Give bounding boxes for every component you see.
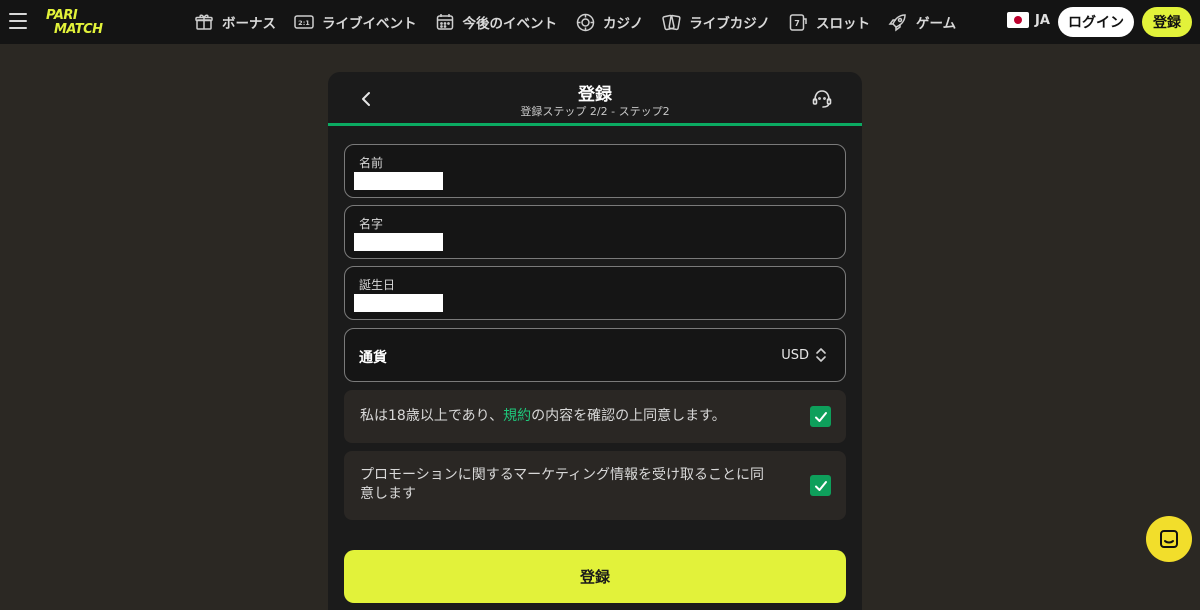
rocket-icon: [887, 12, 909, 32]
nav-item-live-events[interactable]: 2:1 ライブイベント: [293, 12, 417, 32]
cards-icon: [660, 12, 682, 32]
checkmark-icon: [814, 480, 827, 491]
currency-select[interactable]: 通貨 USD: [344, 328, 846, 382]
modal-header: 登録 登録ステップ 2/2 - ステップ2: [328, 72, 862, 126]
birthday-field[interactable]: 誕生日: [344, 266, 846, 320]
gift-icon: [193, 12, 215, 32]
modal-step-indicator: 登録ステップ 2/2 - ステップ2: [520, 105, 670, 118]
login-button[interactable]: ログイン: [1058, 7, 1134, 37]
support-headset-icon[interactable]: [809, 87, 835, 111]
logo-line-2: MATCH: [54, 22, 103, 37]
chevron-up-down-icon: [815, 347, 827, 363]
nav-item-slots[interactable]: 7 スロット: [787, 12, 870, 32]
scoreboard-icon: 2:1: [293, 12, 315, 32]
registration-modal: 登録 登録ステップ 2/2 - ステップ2 名前 名字 誕生日 通貨 USD 私…: [328, 72, 862, 610]
terms-consent-row: 私は18歳以上であり、規約の内容を確認の上同意します。: [344, 390, 846, 443]
last-name-input[interactable]: [354, 233, 443, 251]
top-navbar: PARI MATCH ボーナス 2:1 ライブイベント 今後のイベント カジノ: [0, 0, 1200, 44]
marketing-checkbox[interactable]: [810, 475, 831, 496]
nav-label: スロット: [815, 16, 870, 32]
slot-icon: 7: [787, 12, 809, 32]
nav-label: ライブカジノ: [689, 16, 770, 32]
japan-flag-icon: [1007, 12, 1029, 28]
nav-label: ライブイベント: [322, 16, 417, 32]
checkmark-icon: [814, 411, 827, 422]
marketing-text-line-1: プロモーションに関するマーケティング情報を受け取ることに同: [360, 467, 765, 483]
chat-support-button[interactable]: [1146, 516, 1192, 562]
terms-link[interactable]: 規約: [503, 408, 531, 424]
nav-item-casino[interactable]: カジノ: [574, 12, 643, 32]
nav-label: ボーナス: [222, 16, 276, 32]
nav-item-upcoming-events[interactable]: 今後のイベント: [434, 12, 558, 32]
currency-value: USD: [781, 348, 809, 363]
first-name-field[interactable]: 名前: [344, 144, 846, 198]
language-code: JA: [1035, 12, 1050, 28]
modal-title: 登録: [578, 85, 612, 105]
svg-text:7: 7: [794, 19, 800, 28]
terms-checkbox[interactable]: [810, 406, 831, 427]
language-selector[interactable]: JA: [1007, 12, 1050, 28]
first-name-input[interactable]: [354, 172, 443, 190]
nav-item-games[interactable]: ゲーム: [887, 12, 956, 32]
last-name-label: 名字: [359, 217, 384, 231]
menu-icon[interactable]: [9, 13, 27, 29]
parimatch-logo[interactable]: PARI MATCH: [44, 8, 134, 38]
nav-item-live-casino[interactable]: ライブカジノ: [660, 12, 770, 32]
casino-chip-icon: [574, 12, 596, 32]
main-nav: ボーナス 2:1 ライブイベント 今後のイベント カジノ ライブカジノ 7 スロ…: [193, 0, 973, 44]
chat-icon: [1160, 530, 1178, 548]
svg-text:2:1: 2:1: [298, 19, 310, 27]
terms-text-before: 私は18歳以上であり、: [360, 408, 504, 424]
marketing-consent-row: プロモーションに関するマーケティング情報を受け取ることに同 意します: [344, 451, 846, 520]
currency-label: 通貨: [359, 350, 387, 366]
calendar-icon: [434, 12, 456, 32]
birthday-input[interactable]: [354, 294, 443, 312]
terms-consent-text: 私は18歳以上であり、規約の内容を確認の上同意します。: [360, 407, 726, 426]
last-name-field[interactable]: 名字: [344, 205, 846, 259]
marketing-consent-text: プロモーションに関するマーケティング情報を受け取ることに同 意します: [360, 466, 764, 504]
logo-line-1: PARI: [46, 8, 78, 23]
first-name-label: 名前: [359, 156, 384, 170]
nav-label: カジノ: [603, 16, 644, 32]
nav-item-bonus[interactable]: ボーナス: [193, 12, 276, 32]
marketing-text-line-2: 意します: [360, 486, 416, 502]
terms-text-after: の内容を確認の上同意します。: [531, 408, 726, 424]
birthday-label: 誕生日: [359, 278, 396, 292]
register-submit-button[interactable]: 登録: [344, 550, 846, 603]
register-button-header[interactable]: 登録: [1142, 7, 1192, 37]
nav-label: 今後のイベント: [462, 16, 558, 32]
nav-label: ゲーム: [915, 16, 957, 32]
